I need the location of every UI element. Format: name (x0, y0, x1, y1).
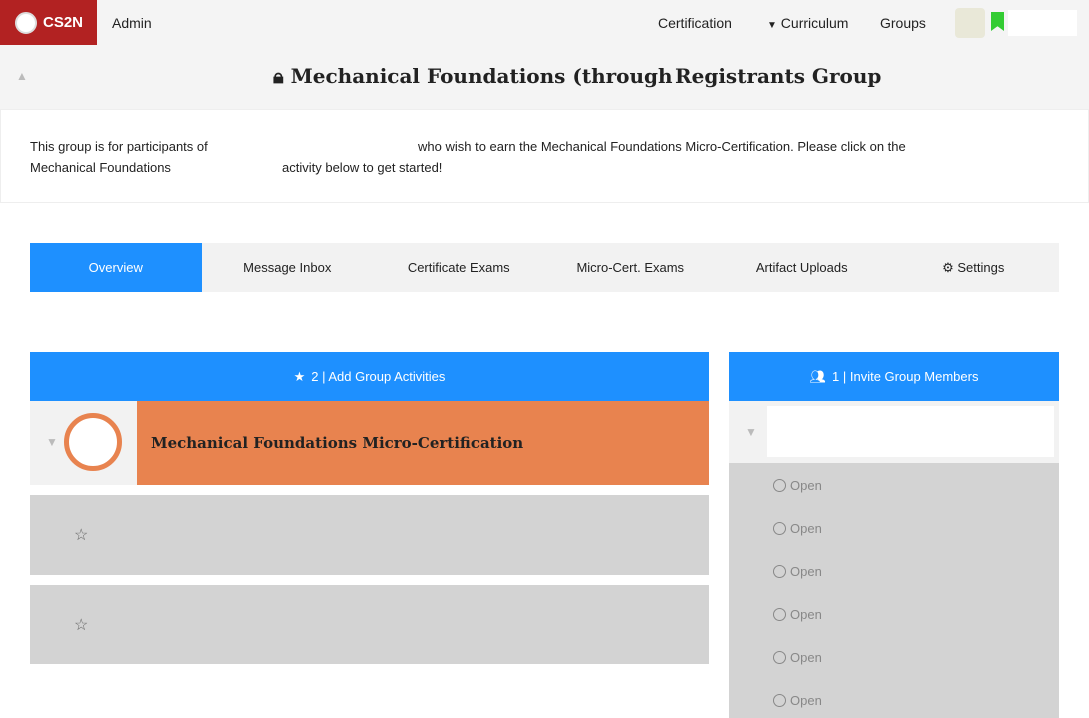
collapse-up-icon[interactable]: ▲ (16, 69, 28, 83)
nav-admin[interactable]: Admin (112, 15, 152, 31)
nav-curriculum-label: Curriculum (780, 15, 849, 31)
user-avatar[interactable] (955, 8, 985, 38)
open-label: Open (790, 564, 822, 579)
expand-down-icon[interactable]: ▼ (745, 425, 757, 439)
lock-icon: 🔒︎ (273, 64, 284, 88)
title-left: Mechanical Foundations (through (290, 64, 673, 88)
tab-message-inbox[interactable]: Message Inbox (202, 243, 374, 292)
page-title: 🔒︎ Mechanical Foundations (through (273, 64, 673, 88)
add-activities-button[interactable]: ★ 2 | Add Group Activities (30, 352, 709, 401)
tab-micro-cert-exams[interactable]: Micro-Cert. Exams (545, 243, 717, 292)
radio-circle-icon (773, 522, 786, 535)
group-tabs: Overview Message Inbox Certificate Exams… (30, 243, 1059, 292)
open-label: Open (790, 650, 822, 665)
radio-circle-icon (773, 479, 786, 492)
open-slot[interactable]: Open (773, 521, 822, 536)
radio-circle-icon (773, 608, 786, 621)
member-row: ▼ (729, 401, 1059, 463)
add-activities-label: 2 | Add Group Activities (311, 369, 446, 384)
top-nav: CS2N Admin Certification ▼ Curriculum Gr… (0, 0, 1089, 45)
empty-activity-slot[interactable]: ☆ (30, 495, 709, 575)
desc-text: activity below to get started! (282, 160, 443, 175)
open-label: Open (790, 607, 822, 622)
radio-circle-icon (773, 651, 786, 664)
radio-circle-icon (773, 565, 786, 578)
empty-activity-slot[interactable]: ☆ (30, 585, 709, 664)
tab-artifact-uploads[interactable]: Artifact Uploads (716, 243, 888, 292)
star-icon: ★ (293, 368, 306, 384)
invite-members-button[interactable]: 👥︎ 1 | Invite Group Members (729, 352, 1059, 401)
expand-down-icon[interactable]: ▼ (46, 435, 58, 449)
open-slot[interactable]: Open (773, 478, 822, 493)
tab-settings-label: Settings (957, 260, 1005, 275)
invite-members-label: 1 | Invite Group Members (832, 369, 979, 384)
brand-logo[interactable]: CS2N (0, 0, 97, 45)
open-label: Open (790, 521, 822, 536)
members-panel: ▼ Open Open Open Open Open Open (729, 401, 1059, 718)
desc-text: Mechanical Foundations (30, 160, 171, 175)
open-label: Open (790, 478, 822, 493)
desc-text: who wish to earn the Mechanical Foundati… (418, 139, 906, 154)
member-name-box (767, 406, 1054, 457)
nav-groups[interactable]: Groups (880, 15, 926, 31)
users-icon: 👥︎ (809, 368, 827, 384)
radio-circle-icon (773, 694, 786, 707)
gear-icon: ⚙ (942, 259, 954, 275)
tab-settings[interactable]: ⚙ Settings (888, 243, 1060, 292)
tab-certificate-exams[interactable]: Certificate Exams (373, 243, 545, 292)
caret-down-icon: ▼ (767, 20, 777, 31)
star-outline-icon[interactable]: ☆ (74, 615, 88, 635)
star-outline-icon[interactable]: ☆ (74, 525, 88, 545)
brand-name: CS2N (43, 14, 84, 31)
open-label: Open (790, 693, 822, 708)
tab-overview[interactable]: Overview (30, 243, 202, 292)
nav-certification[interactable]: Certification (658, 15, 732, 31)
nav-curriculum[interactable]: ▼ Curriculum (767, 15, 848, 31)
open-slot[interactable]: Open (773, 607, 822, 622)
desc-text: This group is for participants of (30, 139, 208, 154)
activity-item[interactable]: ▼ Mechanical Foundations Micro-Certifica… (30, 401, 709, 485)
open-slot[interactable]: Open (773, 650, 822, 665)
open-slot[interactable]: Open (773, 693, 822, 708)
user-name-box[interactable] (1008, 10, 1077, 36)
open-slot[interactable]: Open (773, 564, 822, 579)
bookmark-icon[interactable] (991, 12, 1004, 31)
micro-cert-badge-icon (64, 413, 122, 471)
page-title-right: Registrants Group (675, 64, 882, 88)
group-description: This group is for participants of who wi… (0, 109, 1089, 203)
seal-icon (15, 11, 37, 34)
activity-title[interactable]: Mechanical Foundations Micro-Certificati… (137, 401, 709, 485)
